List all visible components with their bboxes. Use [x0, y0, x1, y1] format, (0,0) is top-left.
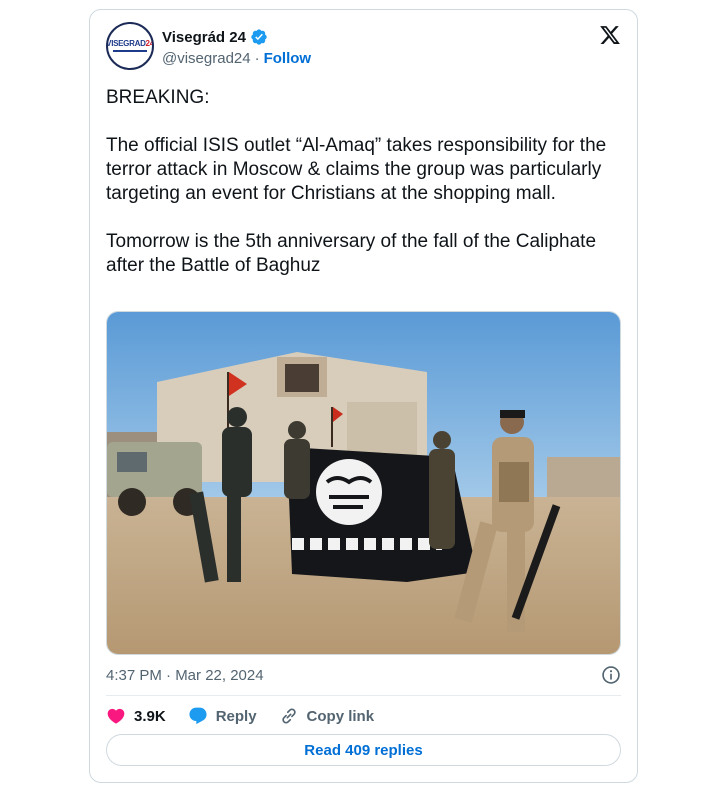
read-replies-button[interactable]: Read 409 replies [106, 734, 621, 766]
link-icon [281, 708, 296, 724]
follow-link[interactable]: Follow [264, 50, 312, 67]
author-handle[interactable]: @visegrad24 [162, 50, 251, 67]
info-icon[interactable] [601, 665, 621, 685]
tweet-text: BREAKING: The official ISIS outlet “Al-A… [106, 86, 618, 302]
tweet-paragraph: Tomorrow is the 5th anniversary of the f… [106, 231, 597, 276]
copy-link-label: Copy link [306, 707, 375, 725]
tweet-paragraph: The official ISIS outlet “Al-Amaq” takes… [106, 135, 607, 204]
verified-badge-icon [251, 29, 267, 45]
tweet-paragraph: BREAKING: [106, 87, 210, 108]
reply-button[interactable]: Reply [188, 706, 257, 726]
like-count: 3.9K [134, 707, 166, 725]
copy-link-button[interactable]: Copy link [279, 706, 375, 726]
like-button[interactable]: 3.9K [106, 706, 166, 726]
author-name-row: Visegrád 24 [162, 28, 268, 46]
actions-divider [106, 695, 621, 696]
avatar[interactable]: VISEGRAD24 [106, 22, 154, 70]
avatar-logo-text: VISEGRAD [106, 39, 146, 48]
author-display-name[interactable]: Visegrád 24 [162, 29, 246, 46]
tweet-card: VISEGRAD24 Visegrád 24 @visegrad24 · Fol… [89, 9, 638, 783]
avatar-logo-number: 24 [145, 39, 154, 48]
photo-illustration [107, 312, 620, 654]
x-logo-icon[interactable] [599, 24, 621, 46]
reply-label: Reply [215, 707, 257, 725]
tweet-photo[interactable] [106, 311, 621, 655]
author-handle-row: @visegrad24 · Follow [162, 50, 311, 67]
tweet-meta-row: 4:37 PM · Mar 22, 2024 [106, 665, 621, 685]
reply-bubble-icon [189, 707, 207, 725]
heart-icon [107, 708, 125, 724]
tweet-timestamp[interactable]: 4:37 PM · Mar 22, 2024 [106, 667, 264, 684]
handle-separator: · [254, 50, 260, 67]
tweet-actions: 3.9K Reply Copy link [106, 702, 374, 730]
avatar-logo-bar [113, 50, 147, 52]
